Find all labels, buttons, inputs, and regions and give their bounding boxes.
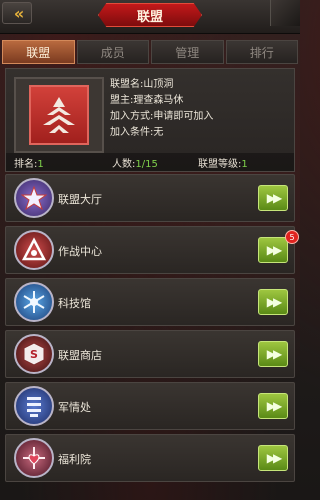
menu-label-tech-hall: 科技馆 — [58, 297, 91, 310]
double-arrow-icon: ▶▶ — [266, 399, 283, 413]
svg-text:S: S — [30, 348, 38, 361]
go-button-alliance-shop[interactable]: ▶▶ — [258, 341, 288, 367]
alliance-info-lines: 联盟名:山顶洞 盟主:理查森马休 加入方式:申请即可加入 加入条件:无 — [110, 77, 292, 141]
menu-label-combat-center: 作战中心 — [58, 245, 102, 258]
back-chevron-icon: « — [13, 3, 25, 23]
menu-item-combat-center[interactable]: 作战中心 ▶▶ 5 — [5, 226, 299, 274]
alliance-emblem-frame — [14, 77, 104, 153]
alliance-name: 联盟名:山顶洞 — [110, 79, 174, 90]
menu-label-alliance-shop: 联盟商店 — [58, 349, 102, 362]
go-button-intel-office[interactable]: ▶▶ — [258, 393, 288, 419]
corner-decoration — [270, 0, 300, 26]
menu-item-alliance-hall[interactable]: 联盟大厅 ▶▶ — [5, 174, 295, 222]
tab-members-label: 成员 — [100, 45, 125, 60]
level-stat: 联盟等级:1 — [198, 155, 248, 170]
back-button[interactable]: « — [2, 2, 32, 24]
level-label: 联盟等级: — [198, 158, 242, 170]
tab-alliance-label: 联盟 — [26, 45, 51, 60]
menu-item-welfare-hall[interactable]: 福利院 ▶▶ — [5, 434, 295, 482]
menu-item-alliance-shop[interactable]: S 联盟商店 ▶▶ — [5, 330, 295, 378]
tech-hall-icon — [14, 282, 54, 322]
alliance-emblem-icon — [29, 85, 89, 145]
tab-manage-label: 管理 — [175, 45, 200, 60]
welfare-hall-icon — [14, 438, 54, 478]
level-value: 1 — [241, 158, 248, 170]
notification-badge-count: 5 — [289, 232, 295, 242]
alliance-stats-row: 排名:1 人数:1/15 联盟等级:1 — [6, 153, 294, 171]
tab-members[interactable]: 成员 — [76, 40, 149, 64]
combat-center-icon — [14, 230, 54, 270]
tab-ranking[interactable]: 排行 — [225, 40, 298, 64]
go-button-tech-hall[interactable]: ▶▶ — [258, 289, 288, 315]
tab-ranking-label: 排行 — [249, 45, 274, 60]
double-arrow-icon: ▶▶ — [266, 347, 283, 361]
intel-office-icon — [14, 386, 54, 426]
double-arrow-icon: ▶▶ — [266, 451, 283, 465]
members-stat: 人数:1/15 — [112, 155, 158, 170]
rank-stat: 排名:1 — [14, 155, 44, 170]
menu-item-tech-hall[interactable]: 科技馆 ▶▶ — [5, 278, 295, 326]
double-arrow-icon: ▶▶ — [266, 191, 283, 205]
tab-manage[interactable]: 管理 — [151, 40, 224, 64]
double-arrow-icon: ▶▶ — [266, 295, 283, 309]
top-bar: « 联盟 — [0, 0, 300, 34]
double-arrow-icon: ▶▶ — [266, 243, 283, 257]
tab-bar: 联盟 成员 管理 排行 — [2, 40, 298, 64]
rank-value: 1 — [37, 158, 44, 170]
rank-label: 排名: — [14, 158, 38, 170]
alliance-join-condition: 加入条件:无 — [110, 127, 164, 138]
tab-alliance[interactable]: 联盟 — [2, 40, 75, 64]
menu-label-welfare-hall: 福利院 — [58, 453, 91, 466]
page-title: 联盟 — [98, 3, 202, 27]
members-value: 1/15 — [135, 158, 158, 170]
menu-label-alliance-hall: 联盟大厅 — [58, 193, 102, 206]
page-title-text: 联盟 — [136, 9, 163, 25]
go-button-alliance-hall[interactable]: ▶▶ — [258, 185, 288, 211]
alliance-shop-icon: S — [14, 334, 54, 374]
go-button-welfare-hall[interactable]: ▶▶ — [258, 445, 288, 471]
go-button-combat-center[interactable]: ▶▶ — [258, 237, 288, 263]
alliance-info-panel: 联盟名:山顶洞 盟主:理查森马休 加入方式:申请即可加入 加入条件:无 排名:1… — [5, 68, 295, 172]
alliance-leader: 盟主:理查森马休 — [110, 95, 184, 106]
menu-item-intel-office[interactable]: 军情处 ▶▶ — [5, 382, 295, 430]
notification-badge: 5 — [285, 230, 299, 244]
menu-label-intel-office: 军情处 — [58, 401, 91, 414]
alliance-hall-icon — [14, 178, 54, 218]
alliance-join-method: 加入方式:申请即可加入 — [110, 111, 214, 122]
members-label: 人数: — [112, 158, 136, 170]
